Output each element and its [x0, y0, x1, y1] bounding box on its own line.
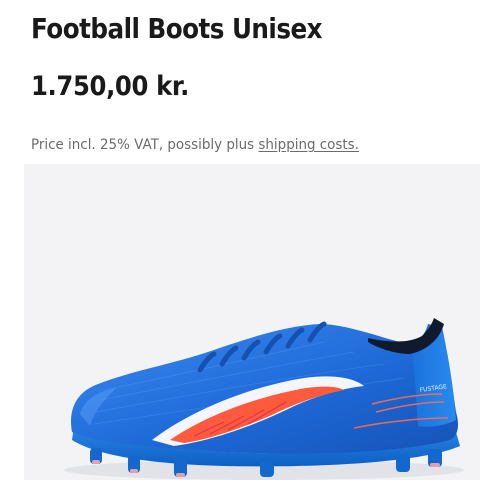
vat-note: Price incl. 25% VAT, possibly plus shipp… [31, 137, 359, 153]
product-title: Football Boots Unisex [31, 12, 323, 45]
product-price: 1.750,00 kr. [31, 71, 189, 102]
vat-note-text: Price incl. 25% VAT, possibly plus [31, 137, 259, 153]
boot-illustration: FUSTAGE [64, 318, 464, 480]
product-page: Football Boots Unisex 1.750,00 kr. Price… [0, 0, 480, 480]
product-image[interactable]: FUSTAGE [24, 164, 480, 480]
shipping-costs-link[interactable]: shipping costs. [258, 137, 359, 153]
